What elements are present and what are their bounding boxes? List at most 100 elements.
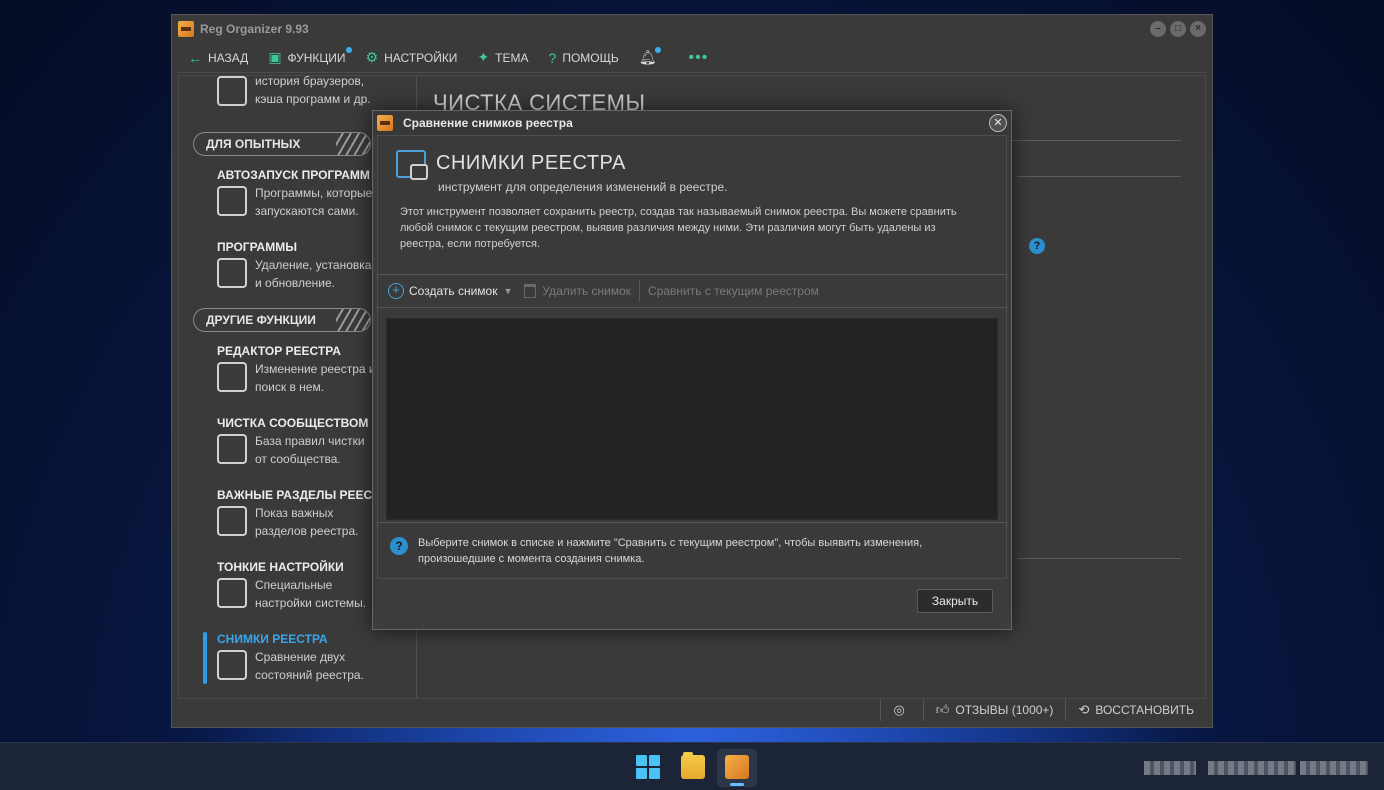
help-label: ПОМОЩЬ	[562, 50, 619, 65]
notification-dot	[345, 46, 352, 53]
desc-line: настройки системы.	[255, 596, 367, 610]
notification-dot	[654, 46, 661, 53]
stripes-decoration	[336, 133, 370, 155]
desc-line: от сообщества.	[255, 452, 341, 466]
close-button[interactable]: Закрыть	[917, 589, 993, 613]
restore-button[interactable]: ⟲ ВОССТАНОВИТЬ	[1065, 699, 1206, 721]
delete-snapshot-button[interactable]: Удалить снимок	[518, 280, 637, 302]
more-menu-button[interactable]: •••	[673, 49, 725, 67]
delete-snapshot-label: Удалить снимок	[542, 284, 632, 298]
desc-line: состояний реестра.	[255, 668, 364, 682]
divider	[1017, 176, 1181, 177]
desc-line: разделов реестра.	[255, 524, 359, 538]
theme-label: ТЕМА	[495, 50, 529, 65]
dialog-description: Этот инструмент позволяет сохранить реес…	[400, 206, 957, 250]
trash-icon	[524, 284, 537, 298]
reviews-button[interactable]: 👍︎ ОТЗЫВЫ (1000+)	[922, 699, 1066, 721]
chevron-down-icon[interactable]: ▼	[503, 286, 512, 296]
dialog-title-bar[interactable]: Сравнение снимков реестра ✕	[373, 111, 1011, 135]
sidebar-item-desc: Сравнение двух состояний реестра.	[255, 648, 377, 684]
desc-line: и обновление.	[255, 276, 335, 290]
registry-snapshot-icon	[396, 150, 428, 180]
date-area[interactable]	[1300, 761, 1368, 775]
registry-broom-icon	[217, 506, 247, 536]
toolbar-separator	[639, 280, 641, 302]
desc-line: поиск в нем.	[255, 380, 325, 394]
help-icon[interactable]: ?	[1029, 238, 1045, 254]
stripes-decoration	[336, 309, 370, 331]
desc-line: Специальные	[255, 578, 333, 592]
notifications-button[interactable]: 🔔︎	[629, 43, 673, 73]
divider	[1017, 558, 1181, 559]
desc-line: База правил чистки	[255, 434, 365, 448]
sidebar-item-desc: Изменение реестра и поиск в нем.	[255, 360, 377, 396]
question-circle-icon: ?	[390, 537, 408, 555]
section-header-other: ДРУГИЕ ФУНКЦИИ	[193, 308, 371, 332]
desc-line: запускаются сами.	[255, 204, 359, 218]
back-button[interactable]: ← НАЗАД	[178, 43, 258, 73]
dialog-toolbar: + Создать снимок ▼ Удалить снимок Сравни…	[378, 274, 1006, 308]
section-label: ДРУГИЕ ФУНКЦИИ	[206, 313, 316, 327]
windows-start-icon[interactable]	[636, 755, 660, 779]
system-tray-icons[interactable]	[1144, 761, 1196, 775]
create-snapshot-button[interactable]: + Создать снимок ▼	[382, 280, 518, 302]
sidebar-item-desc: База правил чистки от сообщества.	[255, 432, 377, 468]
file-explorer-icon[interactable]	[681, 752, 705, 779]
back-label: НАЗАД	[208, 50, 249, 65]
snapshots-dialog: Сравнение снимков реестра ✕ СНИМКИ РЕЕСТ…	[372, 110, 1012, 630]
section-label: ДЛЯ ОПЫТНЫХ	[206, 137, 301, 151]
sidebar-item-desc: Программы, которые запускаются сами.	[255, 184, 377, 220]
snapshot-list[interactable]	[386, 318, 998, 520]
sidebar-item-desc: история браузеров, кэша программ и др.	[255, 76, 377, 108]
gear-icon: ⚙	[365, 49, 379, 65]
desc-line: Программы, которые	[255, 186, 373, 200]
dialog-close-icon[interactable]: ✕	[989, 114, 1007, 132]
clock-area[interactable]	[1208, 761, 1296, 775]
settings-label: НАСТРОЙКИ	[384, 50, 458, 65]
settings-button[interactable]: ⚙ НАСТРОЙКИ	[356, 43, 468, 73]
desc-line: Показ важных	[255, 506, 334, 520]
sidebar-item-desc: Показ важных разделов реестра.	[255, 504, 377, 540]
main-toolbar: ← НАЗАД ▣ ФУНКЦИИ ⚙ НАСТРОЙКИ ✦ ТЕМА ? П…	[178, 43, 1206, 73]
functions-label: ФУНКЦИИ	[287, 50, 346, 65]
sidebar-item-registry-snapshots[interactable]: СНИМКИ РЕЕСТРА Сравнение двух состояний …	[217, 632, 416, 682]
reg-organizer-taskbar-icon[interactable]	[725, 755, 749, 779]
restore-label: ВОССТАНОВИТЬ	[1095, 703, 1194, 717]
close-window-button[interactable]: ×	[1190, 21, 1206, 37]
maximize-button[interactable]: □	[1170, 21, 1186, 37]
restore-icon: ⟲	[1078, 702, 1090, 717]
question-circle-icon: ?	[548, 49, 557, 66]
reviews-label: ОТЗЫВЫ (1000+)	[955, 703, 1054, 717]
running-indicator	[730, 783, 744, 786]
bell-icon: 🔔︎	[638, 49, 657, 65]
functions-button[interactable]: ▣ ФУНКЦИИ	[258, 43, 355, 73]
windows-gear-icon	[217, 578, 247, 608]
create-snapshot-label: Создать снимок	[409, 284, 498, 298]
dialog-title: Сравнение снимков реестра	[403, 116, 573, 130]
support-button[interactable]: ◎	[880, 699, 922, 721]
minimize-button[interactable]: –	[1150, 21, 1166, 37]
desc-line: Сравнение двух	[255, 650, 346, 664]
broom-icon	[217, 76, 247, 106]
section-header-advanced: ДЛЯ ОПЫТНЫХ	[193, 132, 371, 156]
sidebar-item-title: СНИМКИ РЕЕСТРА	[217, 632, 328, 646]
active-indicator	[203, 632, 207, 684]
plus-circle-icon: +	[388, 283, 404, 299]
theme-button[interactable]: ✦ ТЕМА	[467, 43, 538, 73]
compare-current-label: Сравнить с текущим реестром	[648, 284, 819, 298]
desc-line: Удаление, установка	[255, 258, 372, 272]
lightbulb-icon: ✦	[477, 49, 490, 65]
thumbs-up-icon: 👍︎	[935, 702, 950, 717]
info-panel: ? Выберите снимок в списке и нажмите "Ср…	[378, 522, 1006, 580]
sidebar-item-desc: Специальные настройки системы.	[255, 576, 377, 612]
compare-current-button[interactable]: Сравнить с текущим реестром	[642, 280, 825, 302]
title-bar[interactable]: Reg Organizer 9.93 – □ ×	[172, 15, 1212, 43]
app-logo-icon	[377, 115, 393, 131]
registry-camera-icon	[217, 650, 247, 680]
toolbox-icon: ▣	[268, 49, 282, 65]
sidebar-item-desc: Удаление, установка и обновление.	[255, 256, 377, 292]
code-hand-icon	[217, 434, 247, 464]
desc-line: Изменение реестра и	[255, 362, 376, 376]
window-title: Reg Organizer 9.93	[200, 22, 309, 36]
help-button[interactable]: ? ПОМОЩЬ	[539, 43, 629, 73]
